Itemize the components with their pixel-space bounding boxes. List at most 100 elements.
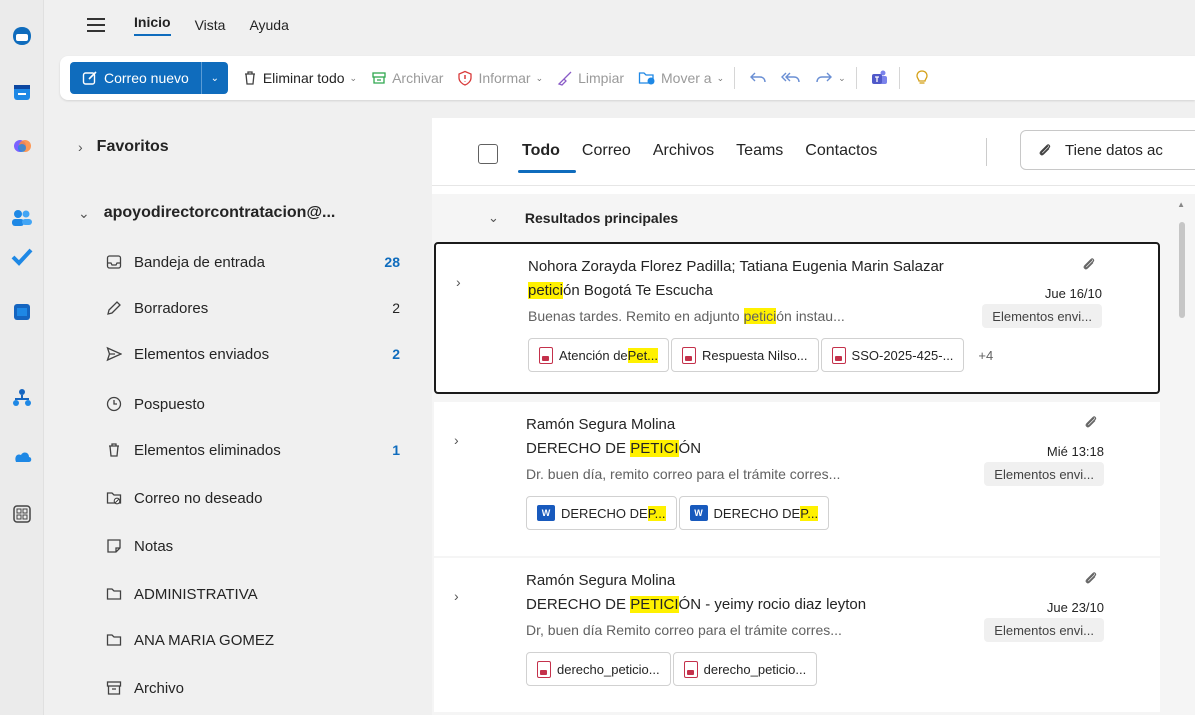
new-mail-button[interactable]: Correo nuevo ⌄ [70, 62, 228, 94]
tab-correo[interactable]: Correo [582, 142, 631, 160]
sweep-button[interactable]: Limpiar [557, 70, 624, 86]
message-item[interactable]: › Ramón Segura Molina DERECHO DE PETICIÓ… [434, 402, 1160, 556]
attachment-name: Atención de [559, 347, 628, 363]
move-to-button[interactable]: Mover a ⌄ [638, 70, 724, 86]
tab-inicio[interactable]: Inicio [134, 14, 171, 36]
report-label: Informar [478, 70, 531, 86]
reply-icon [750, 72, 766, 83]
attachment-chip[interactable]: SSO-2025-425-... [820, 338, 965, 372]
scroll-up-icon[interactable]: ▲ [1177, 200, 1185, 209]
filter-divider [986, 138, 987, 166]
results-group-header[interactable]: ⌄ Resultados principales [488, 210, 678, 226]
chevron-right-icon[interactable]: › [456, 274, 461, 290]
tab-ayuda[interactable]: Ayuda [249, 17, 288, 33]
attachment-list: derecho_peticio... derecho_peticio... [526, 652, 818, 686]
sidebar-item-ana-maria-gomez[interactable]: ANA MARIA GOMEZ [104, 628, 404, 652]
broom-icon [557, 71, 572, 86]
attachment-chip[interactable]: Atención de Pet... [528, 338, 670, 372]
chevron-right-icon[interactable]: › [454, 432, 459, 448]
more-attachments[interactable]: +4 [966, 338, 1004, 372]
sidebar-item-archivo[interactable]: Archivo [104, 676, 404, 700]
sidebar-item-label: Bandeja de entrada [134, 253, 265, 271]
sidebar-item-deleted[interactable]: Elementos eliminados 1 [104, 438, 404, 462]
has-attachments-filter[interactable]: Tiene datos ac [1020, 130, 1195, 170]
toolbar-divider [855, 67, 857, 89]
attachment-chip[interactable]: derecho_peticio... [526, 652, 671, 686]
more-apps-icon[interactable] [8, 500, 36, 528]
results-area: ⌄ Resultados principales › Nohora Zorayd… [432, 194, 1195, 715]
message-subject: DERECHO DE PETICIÓN [526, 440, 701, 457]
active-tab-indicator [518, 170, 576, 173]
reply-all-button[interactable] [781, 70, 801, 86]
sidebar-item-snoozed[interactable]: Pospuesto [104, 392, 404, 416]
hamburger-menu-icon[interactable] [87, 18, 105, 32]
pdf-icon [537, 660, 551, 678]
sidebar-item-drafts[interactable]: Borradores 2 [104, 296, 404, 320]
tab-todo[interactable]: Todo [522, 142, 560, 160]
attachment-chip[interactable]: Respuesta Nilso... [671, 338, 819, 372]
chevron-right-icon[interactable]: › [454, 588, 459, 604]
chevron-down-icon: ⌄ [349, 72, 358, 83]
message-item[interactable]: › Nohora Zorayda Florez Padilla; Tatiana… [434, 242, 1160, 394]
archive-label: Archivar [392, 70, 444, 86]
delete-all-button[interactable]: Eliminar todo ⌄ [242, 70, 357, 86]
word-icon[interactable] [8, 298, 36, 326]
attachment-chip[interactable]: W DERECHO DE P... [678, 496, 830, 530]
word-doc-icon: W [537, 505, 555, 521]
chevron-right-icon: › [78, 139, 83, 155]
message-list-scrollbar[interactable] [1179, 222, 1185, 318]
paperclip-icon [1084, 570, 1098, 591]
onedrive-icon[interactable] [8, 442, 36, 470]
archive-button[interactable]: Archivar [371, 70, 443, 86]
tab-archivos[interactable]: Archivos [653, 142, 714, 160]
send-icon [104, 344, 124, 364]
attachment-name: DERECHO DE [713, 505, 801, 521]
unread-count: 2 [392, 346, 400, 362]
sidebar-item-label: Borradores [134, 299, 209, 317]
todo-icon[interactable] [8, 242, 36, 270]
report-button[interactable]: Informar ⌄ [457, 70, 543, 86]
message-preview: Dr, buen día Remito correo para el trámi… [526, 622, 842, 638]
trash-icon [244, 71, 255, 85]
org-chart-icon[interactable] [8, 384, 36, 412]
toolbar-divider [734, 67, 736, 89]
trash-icon [104, 440, 124, 460]
pdf-icon [683, 660, 698, 678]
sidebar-item-notes[interactable]: Notas [104, 534, 404, 558]
more-actions-button[interactable] [914, 69, 930, 87]
outlook-icon[interactable] [8, 22, 36, 50]
sidebar-item-administrativa[interactable]: ADMINISTRATIVA [104, 582, 404, 606]
forward-button[interactable]: ⌄ [815, 70, 846, 86]
teams-button[interactable] [871, 69, 889, 87]
tab-vista[interactable]: Vista [195, 17, 226, 33]
message-preview: Buenas tardes. Remito en adjunto petició… [528, 308, 845, 324]
pdf-icon [682, 346, 697, 364]
select-all-checkbox[interactable] [478, 144, 498, 164]
new-mail-main[interactable]: Correo nuevo [70, 62, 202, 94]
attachment-chip[interactable]: W DERECHO DE P... [526, 496, 677, 530]
people-icon[interactable] [8, 204, 36, 232]
search-highlight: petici [528, 282, 564, 299]
account-label: apoyodirectorcontratacion@... [103, 204, 336, 221]
calendar-icon[interactable] [8, 78, 36, 106]
sidebar-item-inbox[interactable]: Bandeja de entrada 28 [104, 250, 404, 274]
shield-alert-icon [458, 70, 473, 86]
sidebar-item-label: Pospuesto [134, 395, 205, 413]
reply-button[interactable] [749, 70, 767, 86]
sidebar-item-label: Correo no deseado [134, 489, 263, 507]
attachment-name: derecho_peticio... [557, 661, 660, 677]
new-mail-dropdown[interactable]: ⌄ [202, 62, 228, 94]
sidebar-item-junk[interactable]: Correo no deseado [104, 486, 404, 510]
paperclip-icon [1039, 144, 1051, 156]
message-item[interactable]: › Ramón Segura Molina DERECHO DE PETICIÓ… [434, 558, 1160, 712]
attachment-chip[interactable]: derecho_peticio... [672, 652, 818, 686]
folder-icon [104, 630, 124, 650]
message-sender: Ramón Segura Molina [526, 416, 676, 433]
sidebar-item-sent[interactable]: Elementos enviados 2 [104, 342, 404, 366]
tab-teams[interactable]: Teams [736, 142, 783, 160]
preview-text: Buenas tardes. Remito en adjunto [528, 308, 744, 324]
account-section[interactable]: ⌄ apoyodirectorcontratacion@... [78, 204, 335, 222]
tab-contactos[interactable]: Contactos [805, 142, 877, 160]
favorites-section[interactable]: › Favoritos [78, 138, 169, 156]
copilot-icon[interactable] [8, 132, 36, 160]
